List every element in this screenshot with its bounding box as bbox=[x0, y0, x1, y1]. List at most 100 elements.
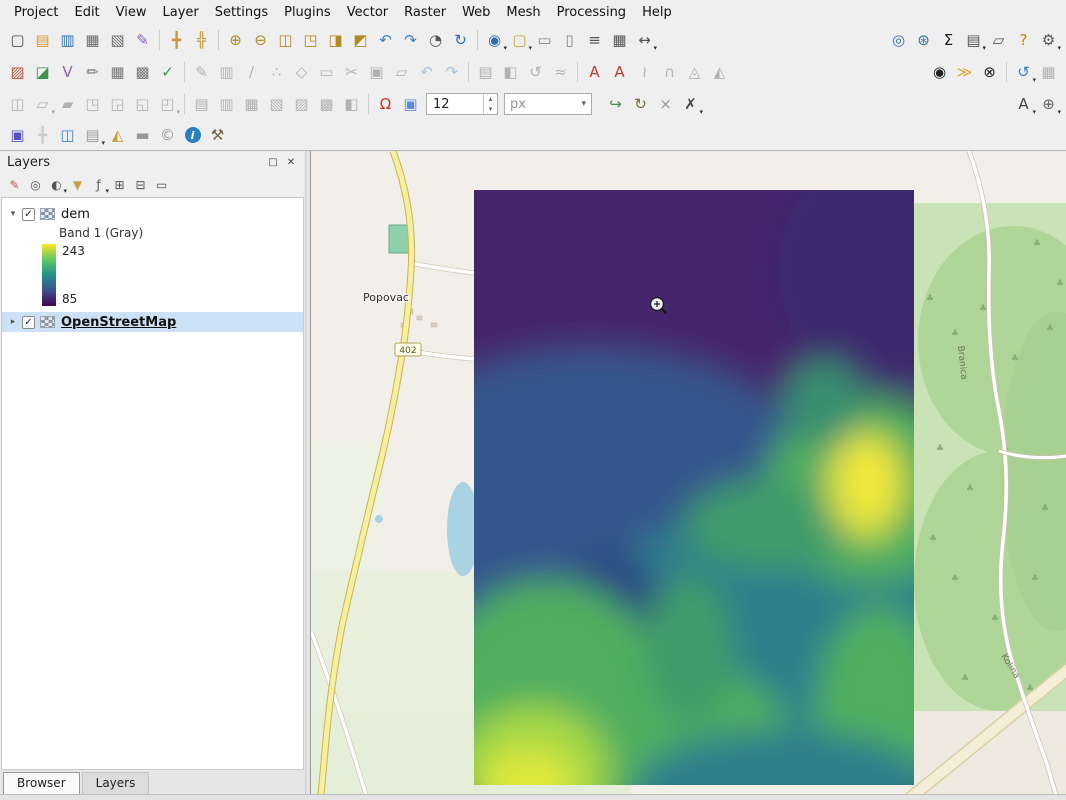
locator-button[interactable]: ◎ bbox=[886, 28, 911, 52]
change-label-properties-button[interactable]: ◧ bbox=[339, 92, 364, 116]
menu-vector[interactable]: Vector bbox=[339, 2, 396, 23]
toggle-labels-button[interactable]: A bbox=[607, 60, 632, 84]
new-project-button[interactable]: ▢ bbox=[5, 28, 30, 52]
rotate-feature-button[interactable]: ↺ bbox=[523, 60, 548, 84]
pin-annotation-button[interactable]: ◰▾ bbox=[155, 92, 180, 116]
zoom-to-layer-button[interactable]: ◩ bbox=[348, 28, 373, 52]
map-tips-button[interactable]: ▣ bbox=[5, 123, 30, 147]
refresh-map-button[interactable]: ↻ bbox=[448, 28, 473, 52]
pan-to-selection-button[interactable]: ╬ bbox=[189, 28, 214, 52]
delete-selected-button[interactable]: ▭ bbox=[314, 60, 339, 84]
remove-layer-button[interactable]: ▭ bbox=[151, 175, 172, 195]
undo-button[interactable]: ↶ bbox=[414, 60, 439, 84]
expand-all-button[interactable]: ⊞ bbox=[109, 175, 130, 195]
layer-checkbox-dem[interactable] bbox=[22, 208, 35, 221]
zoom-to-selection-button[interactable]: ◨ bbox=[323, 28, 348, 52]
vertex-tool-button[interactable]: ∴ bbox=[264, 60, 289, 84]
manage-themes-button[interactable]: ◐▾ bbox=[46, 175, 67, 195]
layout-manager-button[interactable]: ▧ bbox=[105, 28, 130, 52]
move-label-button[interactable]: ▨ bbox=[289, 92, 314, 116]
coordinate-capture-button[interactable]: ⊕▾ bbox=[1036, 92, 1061, 116]
menu-web[interactable]: Web bbox=[454, 2, 498, 23]
merge-features-button[interactable]: ◧ bbox=[498, 60, 523, 84]
menu-view[interactable]: View bbox=[108, 2, 155, 23]
clear-selection-button[interactable]: × bbox=[653, 92, 678, 116]
layer-styling-button[interactable]: ✎ bbox=[4, 175, 25, 195]
new-shapefile-layer-button[interactable]: V bbox=[55, 60, 80, 84]
zoom-next-button[interactable]: ↷ bbox=[398, 28, 423, 52]
layer-labeling-options-button[interactable]: ▤ bbox=[189, 92, 214, 116]
layer-row-dem[interactable]: ▾ dem bbox=[2, 204, 303, 224]
paste-features-button[interactable]: ▱ bbox=[389, 60, 414, 84]
python-console-button[interactable]: ≫ bbox=[952, 60, 977, 84]
show-hide-labels-button[interactable]: ▧ bbox=[264, 92, 289, 116]
check-geometries-button[interactable]: ✓ bbox=[155, 60, 180, 84]
split-parts-button[interactable]: ◭ bbox=[707, 60, 732, 84]
print-layout-button[interactable]: ▦ bbox=[80, 28, 105, 52]
html-annotation-button[interactable]: ◲ bbox=[105, 92, 130, 116]
zoom-out-button[interactable]: ⊖ bbox=[248, 28, 273, 52]
close-panel-icon[interactable]: ✕ bbox=[284, 155, 298, 169]
select-by-form-button[interactable]: ▯ bbox=[557, 28, 582, 52]
collapse-all-button[interactable]: ⊟ bbox=[130, 175, 151, 195]
raster-calculator-button[interactable]: ▩ bbox=[130, 60, 155, 84]
svg-annotation-button[interactable]: ▰ bbox=[55, 92, 80, 116]
menu-settings[interactable]: Settings bbox=[207, 2, 276, 23]
map-canvas[interactable]: ♣♣♣ ♣♣♣ ♣♣♣ ♣♣♣ ♣♣♣ ♣♣ bbox=[310, 151, 1066, 794]
pin-unpin-labels-button[interactable]: ▦ bbox=[239, 92, 264, 116]
temporal-controller-button[interactable]: ◔ bbox=[423, 28, 448, 52]
info-button[interactable]: i bbox=[180, 123, 205, 147]
open-attribute-table-button[interactable]: ≡ bbox=[582, 28, 607, 52]
show-unplaced-labels-button[interactable]: A bbox=[582, 60, 607, 84]
map-canvas-svg[interactable]: ♣♣♣ ♣♣♣ ♣♣♣ ♣♣♣ ♣♣♣ ♣♣ bbox=[311, 151, 1066, 794]
annotations-button[interactable]: ▱ bbox=[986, 28, 1011, 52]
menu-project[interactable]: Project bbox=[6, 2, 66, 23]
rotate-symbol-button[interactable]: ↻ bbox=[628, 92, 653, 116]
zoom-in-button[interactable]: ⊕ bbox=[223, 28, 248, 52]
spinner-down-icon[interactable]: ▾ bbox=[484, 104, 497, 114]
copy-features-button[interactable]: ▣ bbox=[364, 60, 389, 84]
label-settings-button[interactable]: ▣ bbox=[398, 92, 423, 116]
north-arrow-decoration-button[interactable]: ◭ bbox=[105, 123, 130, 147]
layer-row-openstreetmap[interactable]: ▸ OpenStreetMap bbox=[2, 312, 303, 332]
menu-plugins[interactable]: Plugins bbox=[276, 2, 339, 23]
cut-features-button[interactable]: ✂ bbox=[339, 60, 364, 84]
simplify-feature-button[interactable]: ≈ bbox=[548, 60, 573, 84]
add-feature-button[interactable]: ∕ bbox=[239, 60, 264, 84]
scale-bar-decoration-button[interactable]: ▬ bbox=[130, 123, 155, 147]
help-button[interactable]: ? bbox=[1011, 28, 1036, 52]
offset-symbol-button[interactable]: ↪ bbox=[603, 92, 628, 116]
save-layer-edits-button[interactable]: ▥ bbox=[214, 60, 239, 84]
move-feature-button[interactable]: ◇ bbox=[289, 60, 314, 84]
menu-layer[interactable]: Layer bbox=[155, 2, 207, 23]
toggle-editing-button[interactable]: ✎ bbox=[189, 60, 214, 84]
menu-processing[interactable]: Processing bbox=[549, 2, 634, 23]
select-features-button[interactable]: ▢▾ bbox=[507, 28, 532, 52]
filter-expression-button[interactable]: ƒ▾ bbox=[88, 175, 109, 195]
spinner-up-icon[interactable]: ▴ bbox=[484, 94, 497, 104]
save-project-button[interactable]: ▥ bbox=[55, 28, 80, 52]
float-panel-icon[interactable]: □ bbox=[266, 155, 280, 169]
menu-raster[interactable]: Raster bbox=[396, 2, 454, 23]
text-annotation-button[interactable]: ◳ bbox=[80, 92, 105, 116]
identify-features-button[interactable]: ◉▾ bbox=[482, 28, 507, 52]
new-map-view-button[interactable]: ◫ bbox=[55, 123, 80, 147]
statistics-summary-button[interactable]: Σ bbox=[936, 28, 961, 52]
undo-redo-panel-button[interactable]: ↺▾ bbox=[1011, 60, 1036, 84]
rotate-label-button[interactable]: ▩ bbox=[314, 92, 339, 116]
processing-toolbox-button[interactable]: ⊛ bbox=[911, 28, 936, 52]
deselect-features-button[interactable]: ▭ bbox=[532, 28, 557, 52]
layer-checkbox-openstreetmap[interactable] bbox=[22, 316, 35, 329]
bug-button[interactable]: ⊗ bbox=[977, 60, 1002, 84]
layer-diagram-options-button[interactable]: ▥ bbox=[214, 92, 239, 116]
menu-help[interactable]: Help bbox=[634, 2, 680, 23]
offset-curve-button[interactable]: ≀ bbox=[632, 60, 657, 84]
wrench-button[interactable]: ⚒ bbox=[205, 123, 230, 147]
split-features-button[interactable]: ◬ bbox=[682, 60, 707, 84]
measure-button[interactable]: ↔▾ bbox=[632, 28, 657, 52]
invert-selection-button[interactable]: ✗▾ bbox=[678, 92, 703, 116]
units-select[interactable]: px ▾ bbox=[504, 93, 592, 115]
reshape-features-button[interactable]: ∩ bbox=[657, 60, 682, 84]
redo-button[interactable]: ↷ bbox=[439, 60, 464, 84]
text-format-button[interactable]: A▾ bbox=[1011, 92, 1036, 116]
